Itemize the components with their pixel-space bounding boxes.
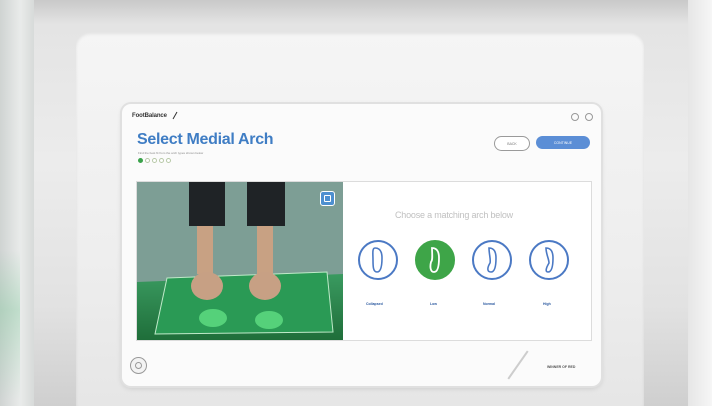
step-indicator <box>138 158 171 163</box>
page-title: Select Medial Arch <box>137 131 274 148</box>
step-dot <box>152 158 157 163</box>
background-left <box>0 0 34 406</box>
foot-low-icon <box>429 247 440 273</box>
step-dot <box>159 158 164 163</box>
arch-label: Low <box>430 302 437 306</box>
logo-mark-icon <box>172 111 178 120</box>
arch-option-normal[interactable] <box>472 240 512 280</box>
continue-button[interactable]: CONTINUE <box>536 136 590 149</box>
page-subtitle: Find the best fit from the arch types sh… <box>138 151 204 155</box>
arch-label: High <box>543 302 551 306</box>
camera-icon <box>324 195 331 202</box>
top-icons <box>571 113 593 121</box>
help-icon[interactable] <box>571 113 579 121</box>
arch-option-collapsed[interactable] <box>358 240 398 280</box>
step-dot <box>145 158 150 163</box>
screen-glare <box>507 350 529 380</box>
home-button[interactable] <box>130 357 147 374</box>
green-accent <box>0 250 20 400</box>
foot-high-icon <box>545 247 554 273</box>
background-right <box>688 0 712 406</box>
foot-collapsed-icon <box>372 247 383 273</box>
foot-scan-image <box>137 182 343 340</box>
touch-screen: FootBalance Select Medial Arch Find the … <box>122 104 601 386</box>
arch-prompt: Choose a matching arch below <box>395 210 513 220</box>
logo-text: FootBalance <box>132 113 167 119</box>
settings-icon[interactable] <box>585 113 593 121</box>
camera-button[interactable] <box>320 191 335 206</box>
back-button[interactable]: BACK <box>494 136 530 151</box>
footer-brand: WINNER OF RED <box>547 365 576 369</box>
arch-selection-card: Choose a matching arch below Collapsed L… <box>136 181 592 341</box>
feet-on-scanner-icon <box>137 182 343 340</box>
arch-label: Normal <box>483 302 496 306</box>
brand-logo: FootBalance <box>132 111 178 120</box>
arch-label: Collapsed <box>366 302 383 306</box>
step-dot <box>138 158 143 163</box>
arch-option-low[interactable] <box>415 240 455 280</box>
step-dot <box>166 158 171 163</box>
foot-normal-icon <box>487 247 497 273</box>
home-icon <box>135 362 142 369</box>
arch-option-high[interactable] <box>529 240 569 280</box>
